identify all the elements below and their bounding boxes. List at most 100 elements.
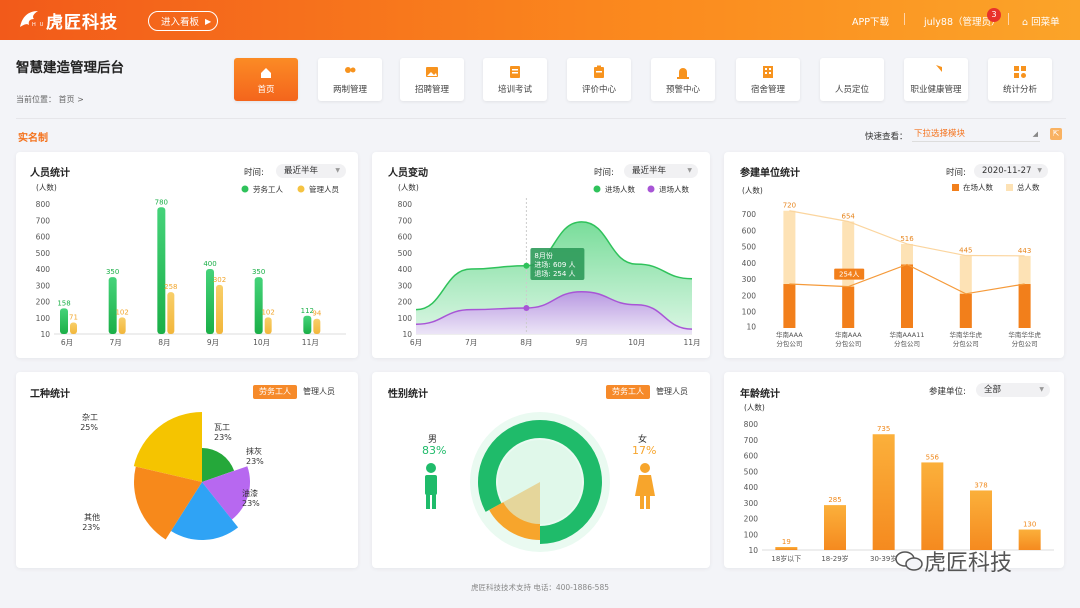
- unit-stats-card: 参建单位统计 时间: 2020-11-27 ▼ (人数) 700 600 500 400 3…: [724, 152, 1064, 358]
- x-tick-label: 华南AAA: [776, 330, 803, 339]
- hover-point: [523, 305, 530, 311]
- legend-label: 进场人数: [605, 184, 635, 194]
- x-tick-label: 分包公司: [1012, 339, 1038, 348]
- quick-view-label: 快速查看：: [865, 132, 908, 142]
- y-tick-label: 500: [742, 243, 757, 252]
- donut-center: [498, 440, 582, 524]
- y-tick-label: 700: [742, 210, 757, 219]
- quick-view-select[interactable]: 下拉选择模块 ◢: [912, 127, 1040, 142]
- data-label: 556: [926, 453, 940, 461]
- callout-label: 254人: [839, 271, 859, 279]
- bar: [70, 322, 77, 334]
- bar: [118, 317, 126, 334]
- bar: [872, 434, 895, 550]
- y-tick-label: 200: [742, 291, 757, 300]
- bar-present: [1018, 284, 1031, 328]
- y-tick-label: 100: [36, 314, 51, 323]
- y-tick-label: 400: [36, 265, 51, 274]
- nav-item-0[interactable]: 首页: [234, 58, 298, 101]
- collapse-icon[interactable]: ⇱: [1050, 128, 1062, 140]
- y-tick-label: 300: [742, 275, 757, 284]
- nav-item-3[interactable]: 培训考试: [483, 58, 547, 101]
- y-tick-label: 400: [742, 259, 757, 268]
- tooltip-title: 8月份: [534, 251, 552, 260]
- x-tick-label: 分包公司: [953, 339, 979, 348]
- y-tick-label: 700: [398, 216, 413, 225]
- legend-label: 管理人员: [309, 184, 339, 194]
- nav-item-label: 评价中心: [581, 85, 616, 95]
- nav-item-2[interactable]: 招聘管理: [400, 58, 464, 101]
- age-bar-chart: (人数) 800 700 600 500 400 300 200 100 10 19 18岁以下 285…: [744, 402, 1054, 563]
- bar: [1018, 529, 1041, 550]
- watermark: 虎匠科技: [894, 545, 1012, 577]
- bar: [254, 277, 263, 334]
- legend-swatch: [647, 185, 655, 193]
- x-tick-label: 华南AAA: [835, 330, 862, 339]
- nav-item-9[interactable]: 统计分析: [988, 58, 1052, 101]
- x-tick-label: 分包公司: [776, 339, 802, 348]
- data-label: 102: [115, 308, 128, 316]
- breadcrumb[interactable]: 当前位置： 首页 >: [16, 94, 84, 105]
- bar-present: [842, 286, 855, 328]
- home-icon: [261, 68, 271, 78]
- people-bar-chart: (人数) 800 700 600 500 400 300 200 100 10 劳务工人 管理人员 15…: [36, 182, 346, 347]
- y-tick-label: 10: [748, 546, 758, 555]
- enter-dashboard-button[interactable]: 进入看板 ▶: [148, 11, 218, 31]
- nav-item-label: 首页: [257, 85, 275, 95]
- clipboard-icon: [594, 65, 604, 78]
- users-icon: [345, 67, 356, 73]
- tooltip-in: 进场: 609 人: [534, 260, 575, 269]
- slice-percent: 23%: [242, 499, 260, 508]
- legend-swatch: [593, 185, 601, 193]
- y-tick-label: 100: [742, 308, 757, 317]
- logo-text: 虎匠科技: [46, 12, 118, 33]
- slice-percent: 23%: [82, 523, 100, 532]
- y-tick-label: 100: [398, 314, 413, 323]
- pin-icon: [850, 68, 854, 72]
- trade-stats-card: 工种统计 劳务工人 管理人员 杂工 25% 瓦工 23% 抹灰 23% 油漆 23% 其他 23%: [16, 372, 358, 568]
- y-tick-label: 300: [398, 281, 413, 290]
- data-label: 735: [877, 425, 890, 433]
- data-label: 350: [106, 268, 119, 276]
- nav-item-label: 预警中心: [665, 85, 700, 95]
- legend-label: 劳务工人: [253, 184, 283, 194]
- unit-bar-chart: (人数) 700 600 500 400 300 200 100 10 在场人数 总人数 720 华南A…: [742, 182, 1042, 348]
- nav-item-7[interactable]: 人员定位: [820, 58, 884, 101]
- y-tick-label: 500: [36, 249, 51, 258]
- bar: [970, 490, 992, 550]
- nav-item-label: 两制管理: [332, 85, 367, 95]
- bar-present: [959, 293, 972, 328]
- nav-item-1[interactable]: 两制管理: [318, 58, 382, 101]
- people-change-area-chart: (人数)80070060050040030020010010进场人数 退场人数6月…: [398, 182, 701, 347]
- nav-item-label: 宿舍管理: [750, 85, 785, 95]
- app-download-link[interactable]: APP下载: [852, 14, 889, 28]
- people-stats-card: 人员统计 时间: 最近半年 ▼ (人数) 800 700 600 500 400 300 200…: [16, 152, 358, 358]
- nav-item-6[interactable]: 宿舍管理: [736, 58, 800, 101]
- legend-swatch: [241, 185, 249, 193]
- x-tick-label: 9月: [575, 338, 587, 347]
- data-label: 94: [312, 310, 321, 318]
- slice-percent: 23%: [214, 433, 232, 442]
- y-tick-label: 200: [744, 515, 759, 524]
- logo[interactable]: 虎匠科技: [16, 6, 118, 34]
- back-menu-button[interactable]: ⌂ 回菜单: [1022, 14, 1060, 28]
- nav-item-8[interactable]: 职业健康管理: [904, 58, 968, 101]
- data-label: 350: [252, 268, 265, 276]
- data-label: 720: [783, 202, 796, 210]
- bar: [216, 284, 223, 334]
- nav-item-5[interactable]: 预警中心: [651, 58, 715, 101]
- x-tick-label: 18岁以下: [771, 554, 801, 563]
- y-tick-label: 200: [398, 298, 413, 307]
- grid-icon: [1014, 66, 1026, 78]
- x-tick-label: 8月: [520, 338, 532, 347]
- y-tick-label: 500: [398, 249, 413, 258]
- slice-label: 抹灰: [246, 446, 262, 456]
- data-label: 378: [974, 481, 987, 489]
- bar: [921, 462, 944, 550]
- notification-badge[interactable]: 3: [987, 8, 1001, 22]
- nav-item-label: 统计分析: [1002, 85, 1037, 95]
- y-tick-label: 800: [36, 200, 51, 209]
- bar: [303, 315, 312, 334]
- alarm-icon: [677, 68, 689, 79]
- nav-item-4[interactable]: 评价中心: [567, 58, 631, 101]
